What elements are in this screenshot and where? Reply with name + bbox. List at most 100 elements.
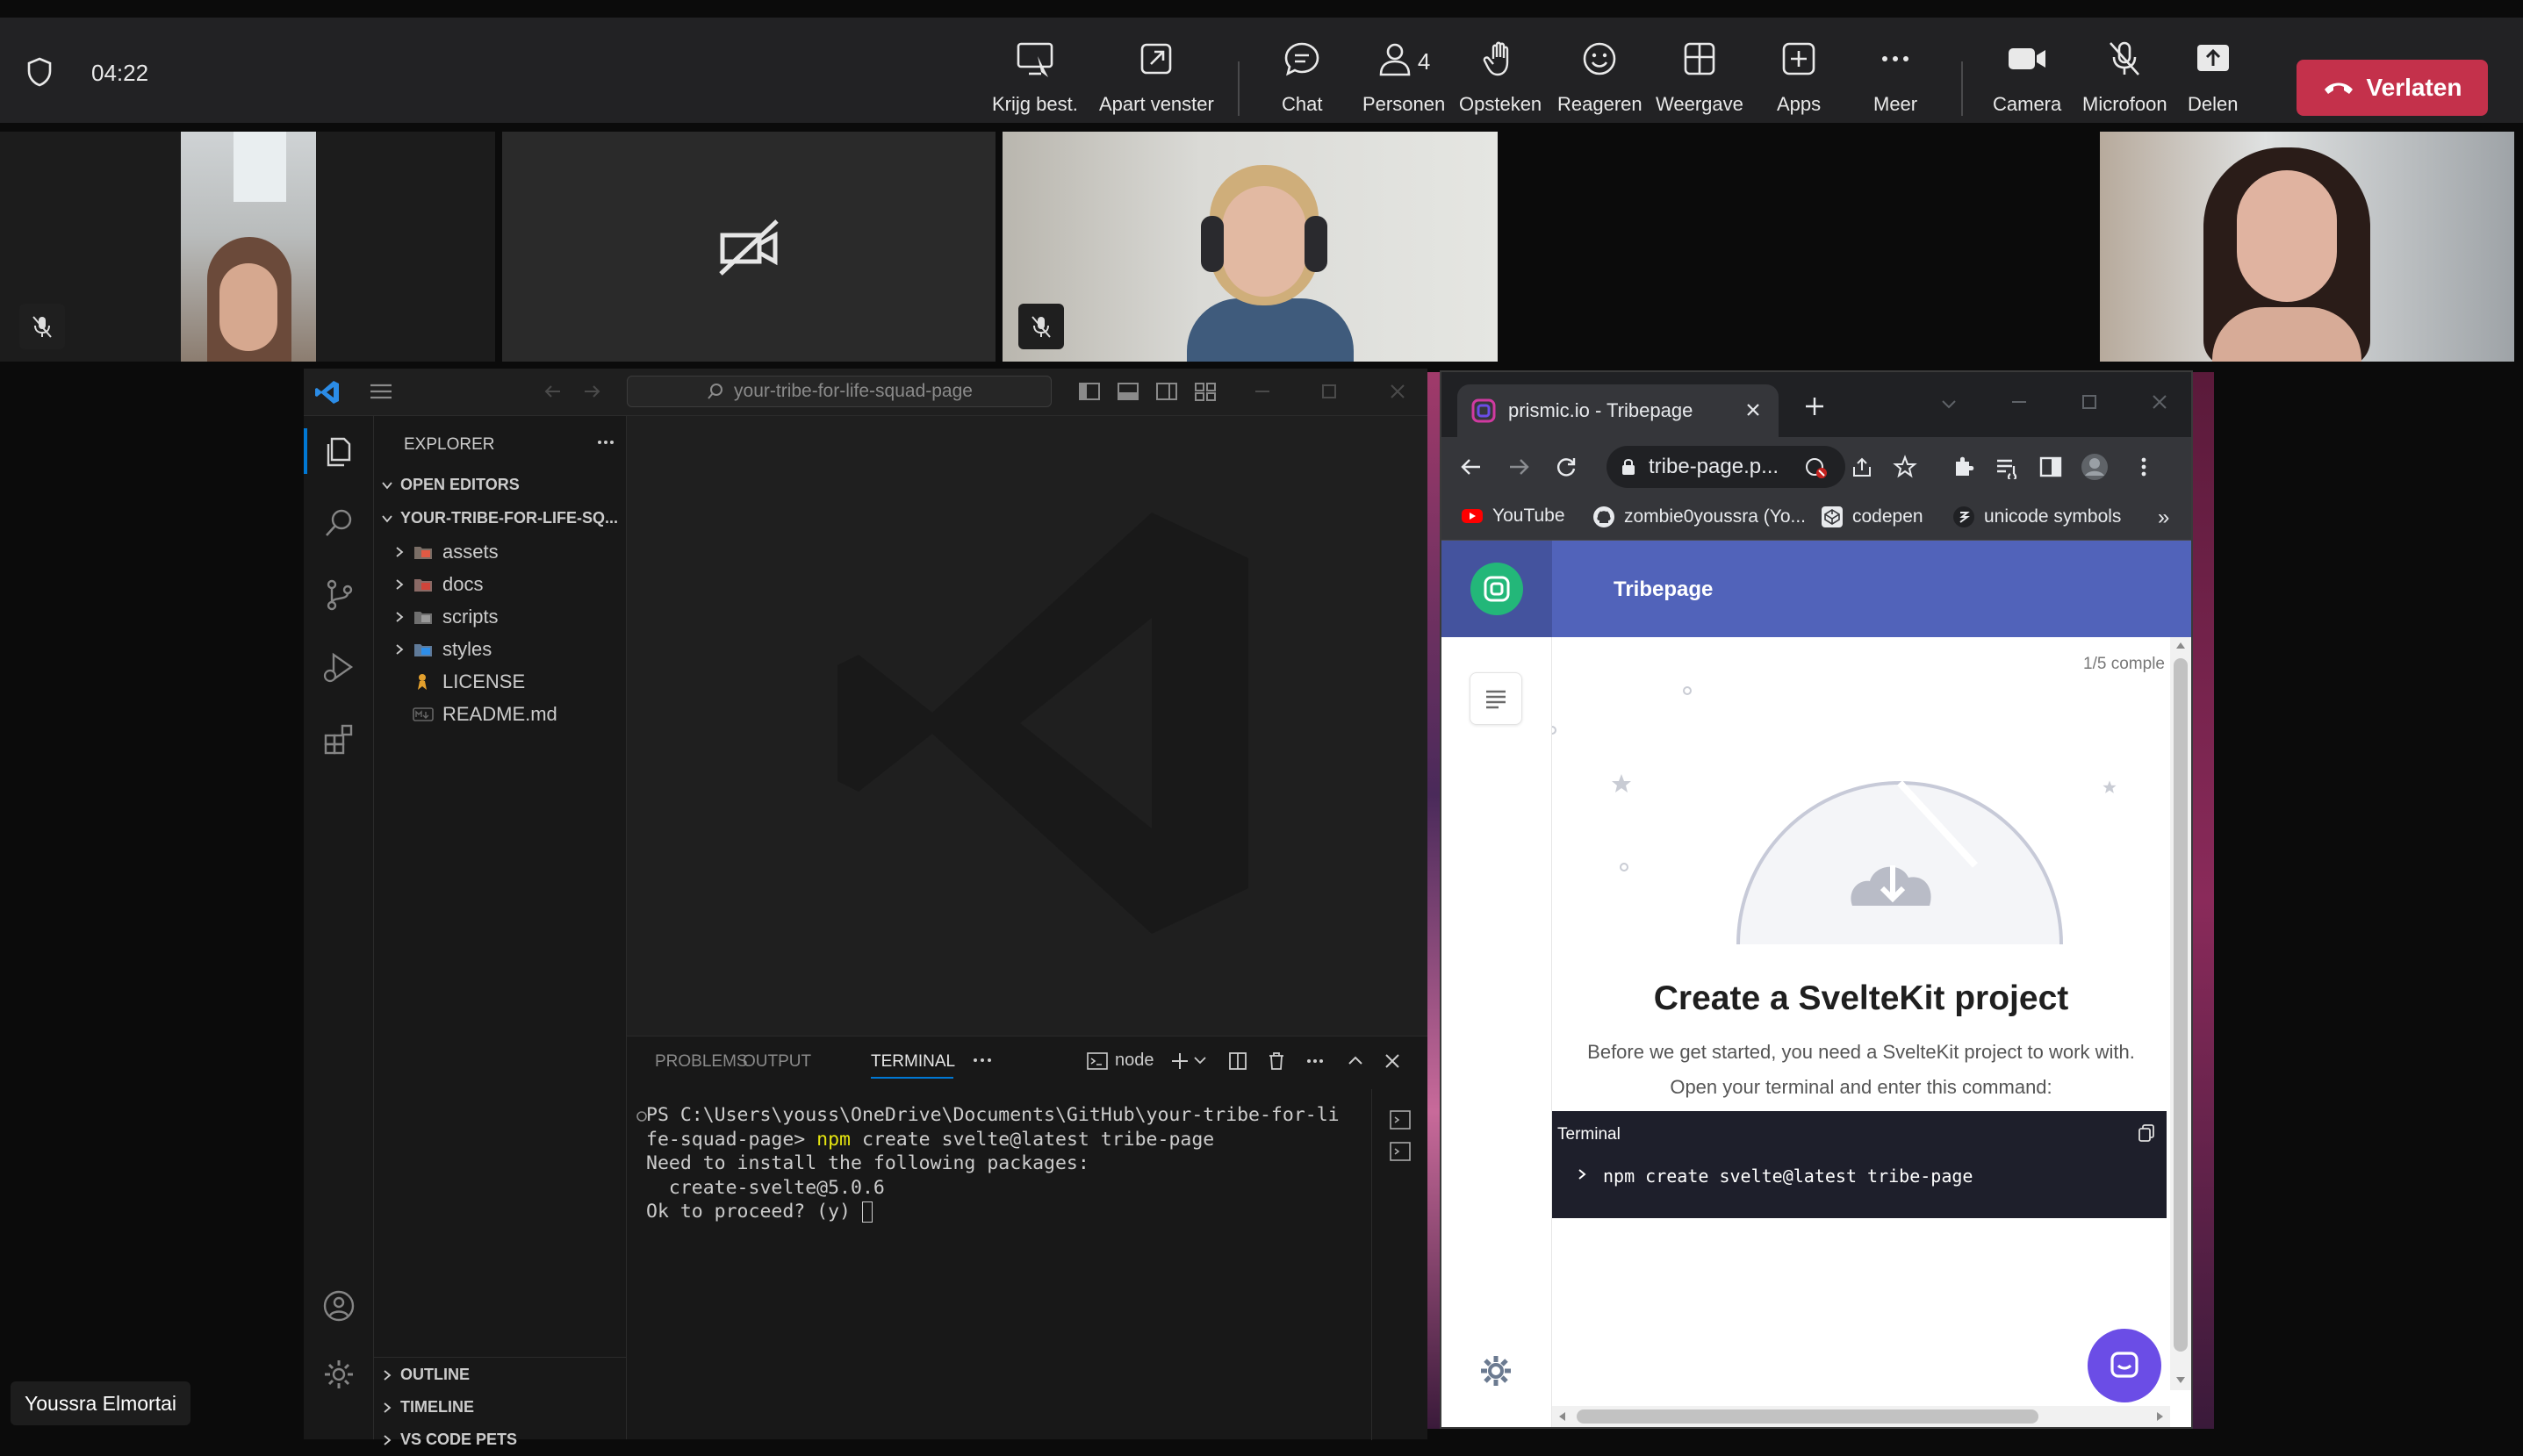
tree-file-readme[interactable]: README.md bbox=[374, 698, 627, 730]
run-debug-icon[interactable] bbox=[320, 648, 358, 686]
account-icon[interactable] bbox=[320, 1287, 358, 1325]
apps-button[interactable]: Apps bbox=[1777, 37, 1821, 125]
split-terminal-icon[interactable] bbox=[1227, 1051, 1248, 1072]
leave-button[interactable]: Verlaten bbox=[2297, 60, 2488, 116]
new-tab-icon[interactable] bbox=[1803, 395, 1826, 418]
reload-icon[interactable] bbox=[1554, 455, 1578, 479]
bookmarks-overflow-icon[interactable]: » bbox=[2158, 506, 2169, 530]
share-button[interactable]: Delen bbox=[2188, 37, 2238, 125]
source-control-icon[interactable] bbox=[320, 576, 358, 614]
customize-layout-icon[interactable] bbox=[1194, 381, 1217, 402]
menu-icon[interactable] bbox=[369, 381, 393, 402]
copy-icon[interactable] bbox=[2137, 1123, 2156, 1143]
forward-arrow-icon[interactable] bbox=[581, 381, 602, 402]
tree-folder-assets[interactable]: assets bbox=[374, 535, 627, 568]
panel-more-icon[interactable] bbox=[971, 1051, 994, 1070]
tree-folder-docs[interactable]: docs bbox=[374, 568, 627, 600]
project-section[interactable]: YOUR-TRIBE-FOR-LIFE-SQ... bbox=[374, 502, 627, 534]
tree-folder-styles[interactable]: styles bbox=[374, 633, 627, 665]
scroll-up-icon[interactable] bbox=[2175, 641, 2186, 649]
more-actions-icon[interactable] bbox=[595, 432, 616, 453]
browser-tab[interactable]: prismic.io - Tribepage bbox=[1457, 384, 1779, 437]
command-center-search[interactable]: your-tribe-for-life-squad-page bbox=[627, 376, 1052, 407]
back-arrow-icon[interactable] bbox=[1459, 455, 1484, 479]
scroll-left-icon[interactable] bbox=[1557, 1411, 1566, 1422]
side-panel-icon[interactable] bbox=[2038, 455, 2063, 479]
toggle-panel-icon[interactable] bbox=[1117, 381, 1139, 402]
close-icon[interactable] bbox=[1387, 381, 1408, 402]
terminal-output[interactable]: PS C:\Users\youss\OneDrive\Documents\Git… bbox=[646, 1103, 1340, 1224]
blocked-cookies-icon[interactable] bbox=[1805, 456, 1828, 479]
scroll-down-icon[interactable] bbox=[2175, 1376, 2186, 1385]
scrollbar-thumb[interactable] bbox=[1577, 1409, 2038, 1424]
prismic-logo-icon[interactable] bbox=[1470, 562, 1524, 616]
bookmark-unicode-symbols[interactable]: unicode symbols bbox=[1952, 506, 2121, 528]
vscode-pets-section[interactable]: VS CODE PETS bbox=[374, 1424, 627, 1456]
tab-output[interactable]: OUTPUT bbox=[743, 1052, 811, 1072]
scroll-right-icon[interactable] bbox=[2156, 1411, 2165, 1422]
support-chat-button[interactable] bbox=[2088, 1329, 2161, 1402]
command-text[interactable]: npm create svelte@latest tribe-page bbox=[1603, 1166, 1973, 1187]
terminal-selector[interactable]: node bbox=[1087, 1051, 1154, 1071]
spotlight-button[interactable]: Krijg best. bbox=[992, 37, 1078, 125]
tab-problems[interactable]: PROBLEMS bbox=[655, 1052, 748, 1072]
new-terminal-icon[interactable] bbox=[1169, 1051, 1190, 1072]
share-icon[interactable] bbox=[1851, 456, 1873, 479]
participant-tile[interactable] bbox=[0, 132, 495, 362]
search-icon[interactable] bbox=[320, 504, 358, 542]
terminal-tab-icon[interactable] bbox=[1389, 1108, 1412, 1131]
popout-button[interactable]: Apart venster bbox=[1099, 37, 1214, 125]
repo-name: Tribepage bbox=[1614, 577, 1714, 601]
maximize-icon[interactable] bbox=[1319, 381, 1340, 402]
close-icon[interactable] bbox=[1382, 1051, 1403, 1072]
minimize-icon[interactable] bbox=[1252, 381, 1273, 402]
bookmark-github[interactable]: zombie0youssra (Yo... bbox=[1592, 506, 1806, 528]
explorer-icon[interactable] bbox=[320, 432, 358, 470]
maximize-icon[interactable] bbox=[2079, 391, 2100, 412]
bookmark-star-icon[interactable] bbox=[1893, 455, 1917, 479]
vertical-scrollbar[interactable] bbox=[2170, 637, 2191, 1390]
back-arrow-icon[interactable] bbox=[543, 381, 564, 402]
forward-arrow-icon[interactable] bbox=[1506, 455, 1531, 479]
extensions-puzzle-icon[interactable] bbox=[1951, 455, 1975, 479]
participant-tile[interactable] bbox=[1003, 132, 1498, 362]
timeline-section[interactable]: TIMELINE bbox=[374, 1391, 627, 1424]
documents-icon[interactable] bbox=[1470, 672, 1522, 725]
tab-terminal[interactable]: TERMINAL bbox=[871, 1052, 955, 1072]
participant-tile[interactable] bbox=[2100, 132, 2514, 362]
camera-button[interactable]: Camera bbox=[1993, 37, 2061, 125]
terminal-tab-icon[interactable] bbox=[1389, 1140, 1412, 1163]
raise-hand-button[interactable]: Opsteken bbox=[1459, 37, 1542, 125]
people-button[interactable]: 4 Personen bbox=[1362, 37, 1445, 125]
settings-gear-icon[interactable] bbox=[1478, 1353, 1513, 1388]
react-button[interactable]: Reageren bbox=[1557, 37, 1642, 125]
horizontal-scrollbar[interactable] bbox=[1552, 1406, 2170, 1427]
outline-section[interactable]: OUTLINE bbox=[374, 1359, 627, 1391]
more-icon[interactable] bbox=[1305, 1051, 1326, 1072]
media-queue-icon[interactable] bbox=[1995, 455, 2019, 479]
chevron-down-icon[interactable] bbox=[1192, 1052, 1208, 1068]
profile-avatar[interactable] bbox=[2081, 453, 2109, 481]
kebab-menu-icon[interactable] bbox=[2133, 455, 2154, 479]
toggle-secondary-sidebar-icon[interactable] bbox=[1155, 381, 1178, 402]
bookmark-youtube[interactable]: YouTube bbox=[1461, 506, 1565, 527]
scrollbar-thumb[interactable] bbox=[2174, 658, 2188, 1352]
minimize-icon[interactable] bbox=[2009, 391, 2030, 412]
trash-icon[interactable] bbox=[1266, 1051, 1287, 1072]
tree-file-license[interactable]: LICENSE bbox=[374, 665, 627, 698]
participant-tile-camera-off[interactable] bbox=[502, 132, 996, 362]
close-tab-icon[interactable] bbox=[1743, 400, 1763, 420]
mic-button[interactable]: Microfoon bbox=[2082, 37, 2167, 125]
chat-button[interactable]: Chat bbox=[1282, 37, 1322, 125]
bookmark-codepen[interactable]: codepen bbox=[1821, 506, 1923, 528]
settings-gear-icon[interactable] bbox=[320, 1355, 358, 1394]
toggle-sidebar-icon[interactable] bbox=[1078, 381, 1101, 402]
extensions-icon[interactable] bbox=[320, 720, 358, 758]
tab-search-chevron-icon[interactable] bbox=[1938, 393, 1959, 414]
chevron-up-icon[interactable] bbox=[1345, 1051, 1366, 1072]
open-editors-section[interactable]: OPEN EDITORS bbox=[374, 469, 627, 501]
view-button[interactable]: Weergave bbox=[1656, 37, 1743, 125]
more-button[interactable]: Meer bbox=[1873, 37, 1917, 125]
tree-folder-scripts[interactable]: scripts bbox=[374, 600, 627, 633]
close-icon[interactable] bbox=[2149, 391, 2170, 412]
